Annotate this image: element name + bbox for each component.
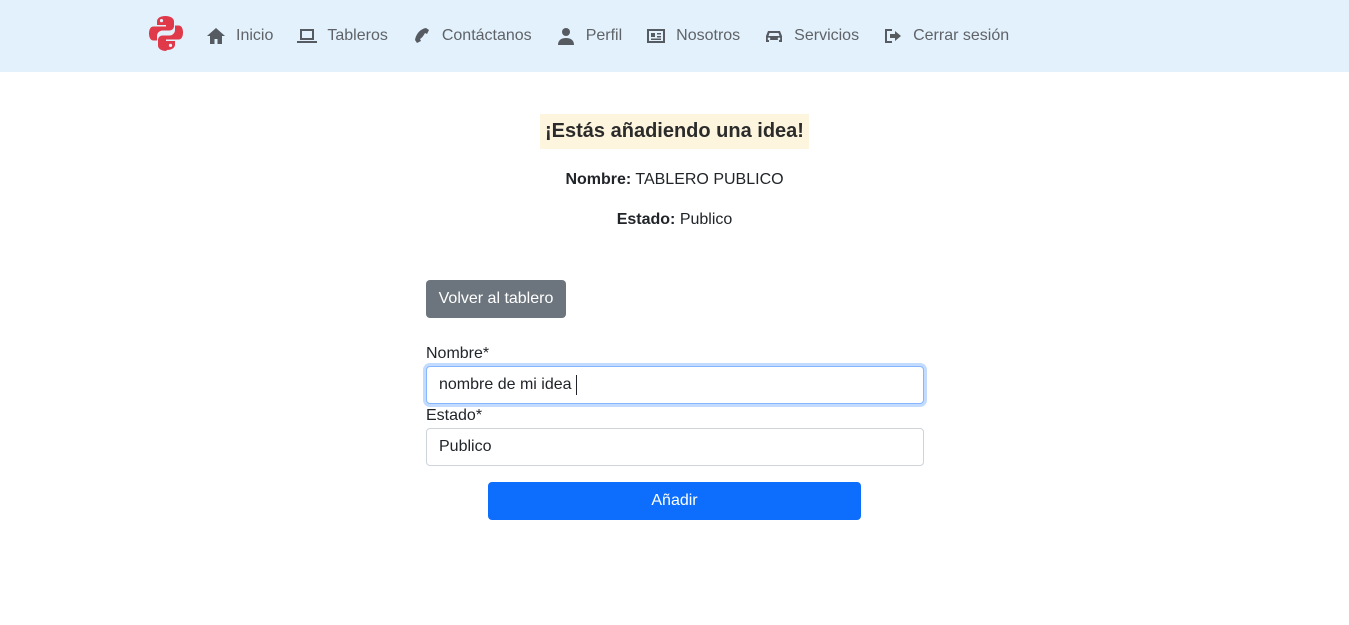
add-idea-button[interactable]: Añadir (488, 482, 861, 520)
board-state-value: Publico (679, 211, 733, 228)
phone-icon (414, 28, 429, 43)
sign-out-icon (885, 29, 902, 43)
laptop-icon (297, 29, 318, 43)
car-icon (766, 31, 783, 42)
id-card-icon (647, 29, 666, 43)
board-state-line: Estado: Publico (0, 211, 1349, 229)
back-to-board-button[interactable]: Volver al tablero (426, 280, 566, 318)
board-name-value: TABLERO PUBLICO (635, 171, 784, 188)
nav-item-label: Inicio (236, 27, 274, 44)
state-input-value: Publico (439, 438, 492, 455)
nav-item-label: Perfil (585, 27, 623, 44)
nav-item-nosotros[interactable]: Nosotros (646, 27, 740, 45)
home-icon (207, 28, 225, 44)
nav-item-label: Contáctanos (441, 27, 532, 44)
nav-menu: Inicio Tableros Contáctanos Perfil Nosot… (206, 0, 1033, 72)
name-input-value: nombre de mi idea (439, 376, 572, 393)
nav-item-servicios[interactable]: Servicios (764, 27, 859, 45)
name-field-label: Nombre* (426, 345, 490, 362)
nav-item-contactanos[interactable]: Contáctanos (412, 27, 532, 45)
board-name-label: Nombre: (565, 171, 632, 188)
name-input[interactable]: nombre de mi idea (426, 366, 924, 404)
nav-item-label: Nosotros (676, 27, 741, 44)
python-logo-icon[interactable] (147, 14, 185, 52)
nav-item-label: Tableros (327, 27, 388, 44)
board-name-line: Nombre: TABLERO PUBLICO (0, 171, 1349, 189)
nav-item-tableros[interactable]: Tableros (297, 27, 388, 45)
nav-item-label: Servicios (794, 27, 860, 44)
page-title: ¡Estás añadiendo una idea! (540, 114, 809, 149)
board-state-label: Estado: (616, 211, 676, 228)
user-icon (557, 28, 574, 45)
nav-item-cerrar-sesion[interactable]: Cerrar sesión (883, 27, 1009, 45)
nav-item-inicio[interactable]: Inicio (206, 27, 273, 45)
top-navbar: Inicio Tableros Contáctanos Perfil Nosot… (0, 0, 1349, 72)
nav-item-label: Cerrar sesión (913, 27, 1010, 44)
state-field-label: Estado* (426, 407, 483, 424)
text-caret (575, 375, 577, 395)
state-input[interactable]: Publico (426, 428, 924, 466)
nav-item-perfil[interactable]: Perfil (556, 27, 622, 45)
